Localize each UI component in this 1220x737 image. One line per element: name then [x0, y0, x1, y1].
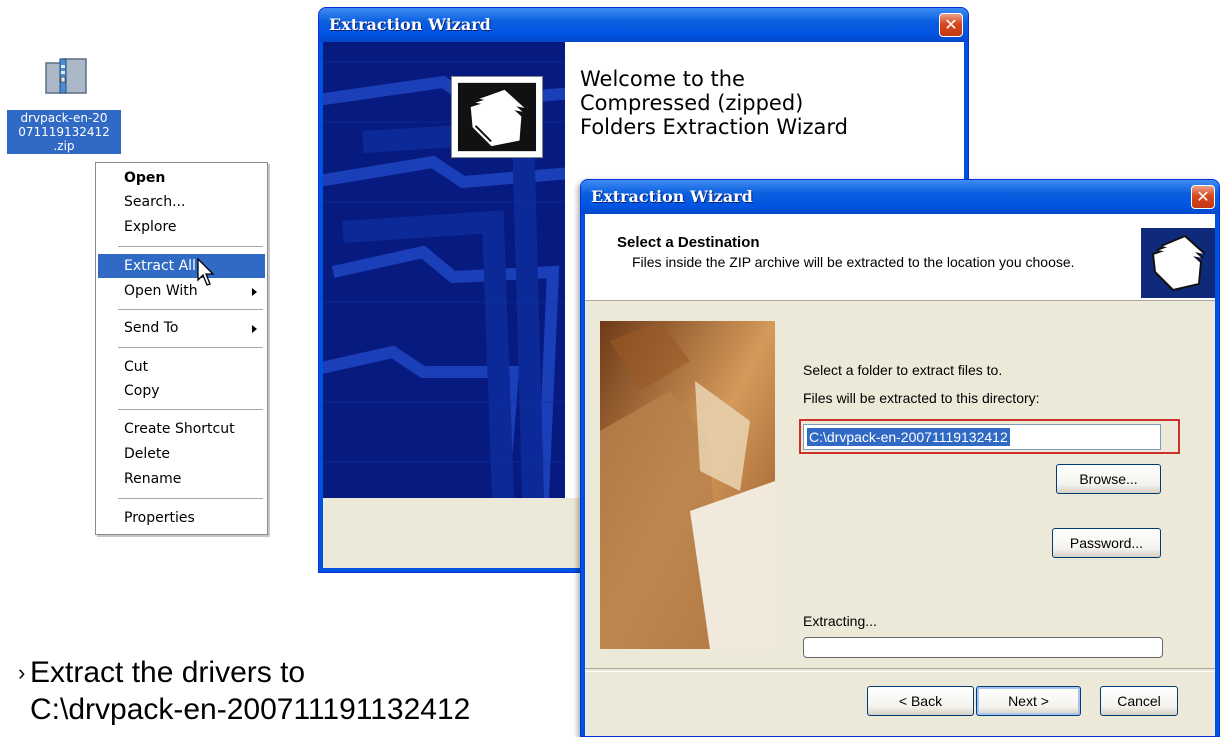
password-button[interactable]: Password... [1052, 528, 1161, 558]
footer-divider [585, 668, 1215, 672]
wizard-side-image [600, 321, 775, 649]
menu-item-search[interactable]: Search... [98, 190, 265, 214]
zip-label-line: .zip [53, 139, 75, 153]
window-title: Extraction Wizard [329, 15, 491, 34]
submenu-arrow-icon [252, 325, 257, 333]
close-button[interactable]: ✕ [1191, 185, 1215, 209]
close-button[interactable]: ✕ [939, 13, 963, 37]
cancel-button[interactable]: Cancel [1100, 686, 1178, 716]
title-bar: Extraction Wizard ✕ [319, 8, 968, 42]
zip-file-label[interactable]: drvpack-en-20 071119132412 .zip [7, 110, 121, 154]
menu-separator [118, 347, 263, 348]
zip-folder-icon[interactable] [44, 55, 88, 95]
folders-icon [451, 76, 543, 158]
welcome-heading: Welcome to the Compressed (zipped) Folde… [580, 67, 849, 139]
header-title: Select a Destination [617, 234, 760, 251]
select-folder-label: Select a folder to extract files to. [803, 362, 1003, 378]
submenu-arrow-icon [252, 288, 257, 296]
zip-label-line: 071119132412 [18, 125, 110, 139]
menu-separator [118, 246, 263, 247]
context-menu: Open Search... Explore Extract All... Op… [95, 162, 268, 535]
header-subtitle: Files inside the ZIP archive will be ext… [632, 254, 1075, 270]
title-bar: Extraction Wizard ✕ [581, 180, 1219, 214]
zip-label-line: drvpack-en-20 [20, 111, 108, 125]
menu-item-label: Open With [124, 283, 198, 299]
next-button[interactable]: Next > [976, 686, 1081, 716]
menu-item-delete[interactable]: Delete [98, 442, 265, 466]
menu-separator [118, 498, 263, 499]
close-icon: ✕ [1196, 187, 1210, 206]
browse-button[interactable]: Browse... [1056, 464, 1161, 494]
menu-separator [118, 409, 263, 410]
menu-item-rename[interactable]: Rename [98, 467, 265, 491]
menu-item-cut[interactable]: Cut [98, 355, 265, 379]
caption-line-2: C:\drvpack-en-200711191132412 [30, 693, 471, 726]
menu-item-copy[interactable]: Copy [98, 379, 265, 403]
extracting-label: Extracting... [803, 613, 877, 629]
wizard-header: Select a Destination Files inside the ZI… [585, 214, 1215, 301]
menu-item-label: Send To [124, 320, 179, 336]
menu-item-create-shortcut[interactable]: Create Shortcut [98, 417, 265, 441]
menu-item-extract-all[interactable]: Extract All... [98, 254, 265, 278]
menu-item-open-with[interactable]: Open With [98, 279, 265, 303]
close-icon: ✕ [944, 15, 958, 34]
directory-label: Files will be extracted to this director… [803, 390, 1040, 406]
bullet-icon: › [18, 660, 26, 685]
back-button[interactable]: < Back [867, 686, 974, 716]
menu-item-open[interactable]: Open [98, 166, 265, 190]
extraction-wizard-destination-window: Extraction Wizard ✕ Select a Destination… [580, 179, 1220, 737]
menu-item-properties[interactable]: Properties [98, 506, 265, 530]
window-title: Extraction Wizard [591, 187, 753, 206]
mouse-pointer-icon [197, 258, 215, 286]
extraction-progress-bar [803, 637, 1163, 658]
window-client-area: Select a Destination Files inside the ZI… [585, 214, 1215, 736]
menu-item-send-to[interactable]: Send To [98, 316, 265, 340]
menu-item-explore[interactable]: Explore [98, 215, 265, 239]
caption-line-1: Extract the drivers to [30, 656, 306, 689]
menu-separator [118, 309, 263, 310]
annotation-highlight-box [799, 419, 1180, 454]
folders-icon [1141, 228, 1215, 298]
